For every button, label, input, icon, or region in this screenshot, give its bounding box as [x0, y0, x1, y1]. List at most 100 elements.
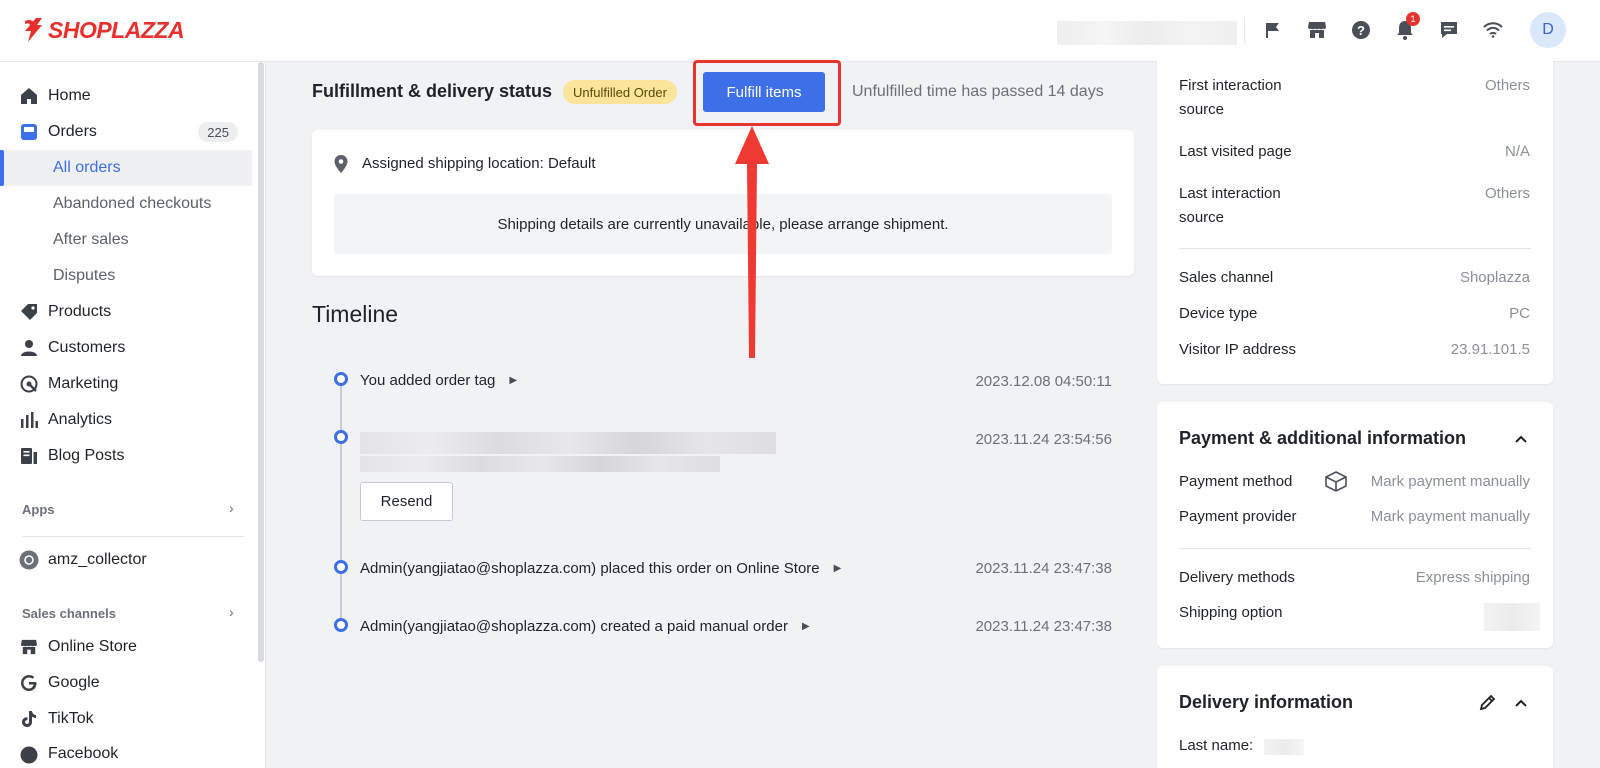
store-icon[interactable] [1306, 19, 1328, 41]
shipping-location-text: Assigned shipping location: Default [362, 155, 596, 172]
timeline-line [340, 378, 342, 625]
notification-badge: 1 [1406, 12, 1420, 26]
sidebar-item-label: Home [48, 87, 91, 104]
last-name-label: Last name: [1179, 737, 1254, 754]
resend-button[interactable]: Resend [360, 482, 453, 521]
timeline-event-label: You added order tag [360, 372, 496, 389]
sidebar-item-label: Disputes [53, 267, 116, 284]
sidebar-item-facebook[interactable]: Facebook [0, 737, 252, 768]
last-page-value: N/A [1504, 143, 1530, 160]
sidebar-item-google[interactable]: Google [0, 665, 252, 701]
sidebar-item-label: Customers [48, 339, 126, 356]
first-source-label-line2: source [1179, 101, 1225, 118]
customer-icon [19, 338, 39, 358]
sidebar-item-label: Marketing [48, 375, 119, 392]
payment-provider-label: Payment provider [1179, 508, 1297, 525]
caret-right-icon[interactable]: ▶ [802, 621, 810, 632]
sidebar-item-disputes[interactable]: Disputes [0, 258, 252, 294]
last-page-label: Last visited page [1179, 143, 1292, 160]
google-icon [19, 673, 39, 693]
flag-icon[interactable] [1262, 19, 1284, 41]
orders-count-badge: 225 [198, 122, 238, 142]
sales-channel-label: Sales channel [1179, 269, 1274, 286]
divider [1179, 548, 1531, 549]
chevron-up-icon[interactable] [1512, 694, 1530, 712]
shoplazza-logo[interactable]: SHOPLAZZA [22, 16, 185, 44]
package-icon [1325, 471, 1347, 492]
home-icon [19, 86, 39, 106]
chevron-up-icon[interactable] [1512, 430, 1530, 448]
timeline-event-time: 2023.11.24 23:54:56 [975, 431, 1112, 448]
sidebar-item-abandoned-checkouts[interactable]: Abandoned checkouts [0, 186, 252, 222]
visitor-ip-value: 23.91.101.5 [1450, 341, 1530, 358]
sidebar: Home Orders 225 All orders Abandoned che… [0, 62, 266, 768]
sidebar-item-products[interactable]: Products [0, 294, 252, 330]
last-source-value: Others [1484, 185, 1530, 202]
sidebar-item-label: Abandoned checkouts [53, 195, 212, 212]
divider [1179, 248, 1531, 249]
svg-text:?: ? [1357, 23, 1365, 38]
apps-chevron-right-icon[interactable]: › [229, 500, 234, 516]
timeline-dot [334, 618, 348, 632]
blurred-event-text [360, 432, 776, 454]
sidebar-item-label: Online Store [48, 638, 137, 655]
unfulfilled-time-text: Unfulfilled time has passed 14 days [852, 83, 1104, 100]
visitor-ip-label: Visitor IP address [1179, 341, 1297, 358]
store-icon [19, 637, 39, 657]
sidebar-item-label: Blog Posts [48, 447, 125, 464]
sidebar-item-analytics[interactable]: Analytics [0, 402, 252, 438]
shipping-note: Shipping details are currently unavailab… [334, 194, 1112, 254]
sidebar-item-online-store[interactable]: Online Store [0, 629, 252, 665]
sidebar-item-customers[interactable]: Customers [0, 330, 252, 366]
sidebar-item-marketing[interactable]: Marketing [0, 366, 252, 402]
edit-pencil-icon[interactable] [1478, 692, 1498, 712]
logo-mark-icon [25, 18, 42, 42]
help-icon[interactable]: ? [1350, 19, 1372, 41]
facebook-icon [19, 745, 39, 765]
sidebar-item-label: Facebook [48, 745, 119, 762]
timeline-event-text[interactable]: Admin(yangjiatao@shoplazza.com) placed t… [360, 560, 841, 577]
status-badge: Unfulfilled Order [563, 80, 677, 104]
shipping-option-label: Shipping option [1179, 604, 1283, 621]
delivery-section-title: Delivery information [1179, 692, 1354, 712]
timeline-event-text[interactable]: You added order tag ▶ [360, 372, 517, 389]
sidebar-item-tiktok[interactable]: TikTok [0, 701, 252, 737]
marketing-icon [19, 374, 39, 394]
timeline-event-time: 2023.11.24 23:47:38 [975, 618, 1112, 635]
timeline-dot [334, 560, 348, 574]
timeline-event-text[interactable]: Admin(yangjiatao@shoplazza.com) created … [360, 618, 810, 635]
first-source-value: Others [1484, 77, 1530, 94]
first-source-label: First interaction source [1179, 74, 1282, 122]
sidebar-item-all-orders[interactable]: All orders [0, 150, 252, 186]
payment-method-label: Payment method [1179, 473, 1293, 490]
tag-icon [19, 302, 39, 322]
last-source-label: Last interaction source [1179, 182, 1281, 230]
sidebar-item-amz-collector[interactable]: amz_collector [0, 542, 252, 578]
orders-icon [19, 122, 39, 142]
sidebar-item-home[interactable]: Home [0, 78, 252, 114]
sales-channels-chevron-right-icon[interactable]: › [229, 604, 234, 620]
sidebar-item-blog-posts[interactable]: Blog Posts [0, 438, 252, 474]
sidebar-item-orders[interactable]: Orders 225 [0, 114, 252, 150]
timeline-event-time: 2023.12.08 04:50:11 [975, 373, 1112, 390]
sales-channels-section-label: Sales channels [22, 606, 116, 621]
chat-icon[interactable] [1438, 19, 1460, 41]
logo-text: SHOPLAZZA [48, 16, 185, 43]
fulfill-items-button[interactable]: Fulfill items [703, 72, 825, 112]
tiktok-icon [19, 709, 39, 729]
sidebar-scrollbar[interactable] [258, 62, 264, 662]
top-bar: SHOPLAZZA ? 1 D [0, 0, 1600, 62]
caret-right-icon[interactable]: ▶ [509, 375, 517, 386]
blurred-event-text [360, 456, 720, 472]
sidebar-item-label: Products [48, 303, 112, 320]
sidebar-item-after-sales[interactable]: After sales [0, 222, 252, 258]
sidebar-divider [22, 536, 244, 537]
timeline-event-time: 2023.11.24 23:47:38 [975, 560, 1112, 577]
device-type-value: PC [1509, 305, 1530, 322]
caret-right-icon[interactable]: ▶ [834, 563, 842, 574]
blog-icon [19, 446, 39, 466]
timeline-event-label: Admin(yangjiatao@shoplazza.com) created … [360, 618, 788, 635]
user-avatar[interactable]: D [1530, 12, 1566, 48]
wifi-icon[interactable] [1482, 19, 1504, 41]
topbar-divider [1244, 18, 1245, 44]
